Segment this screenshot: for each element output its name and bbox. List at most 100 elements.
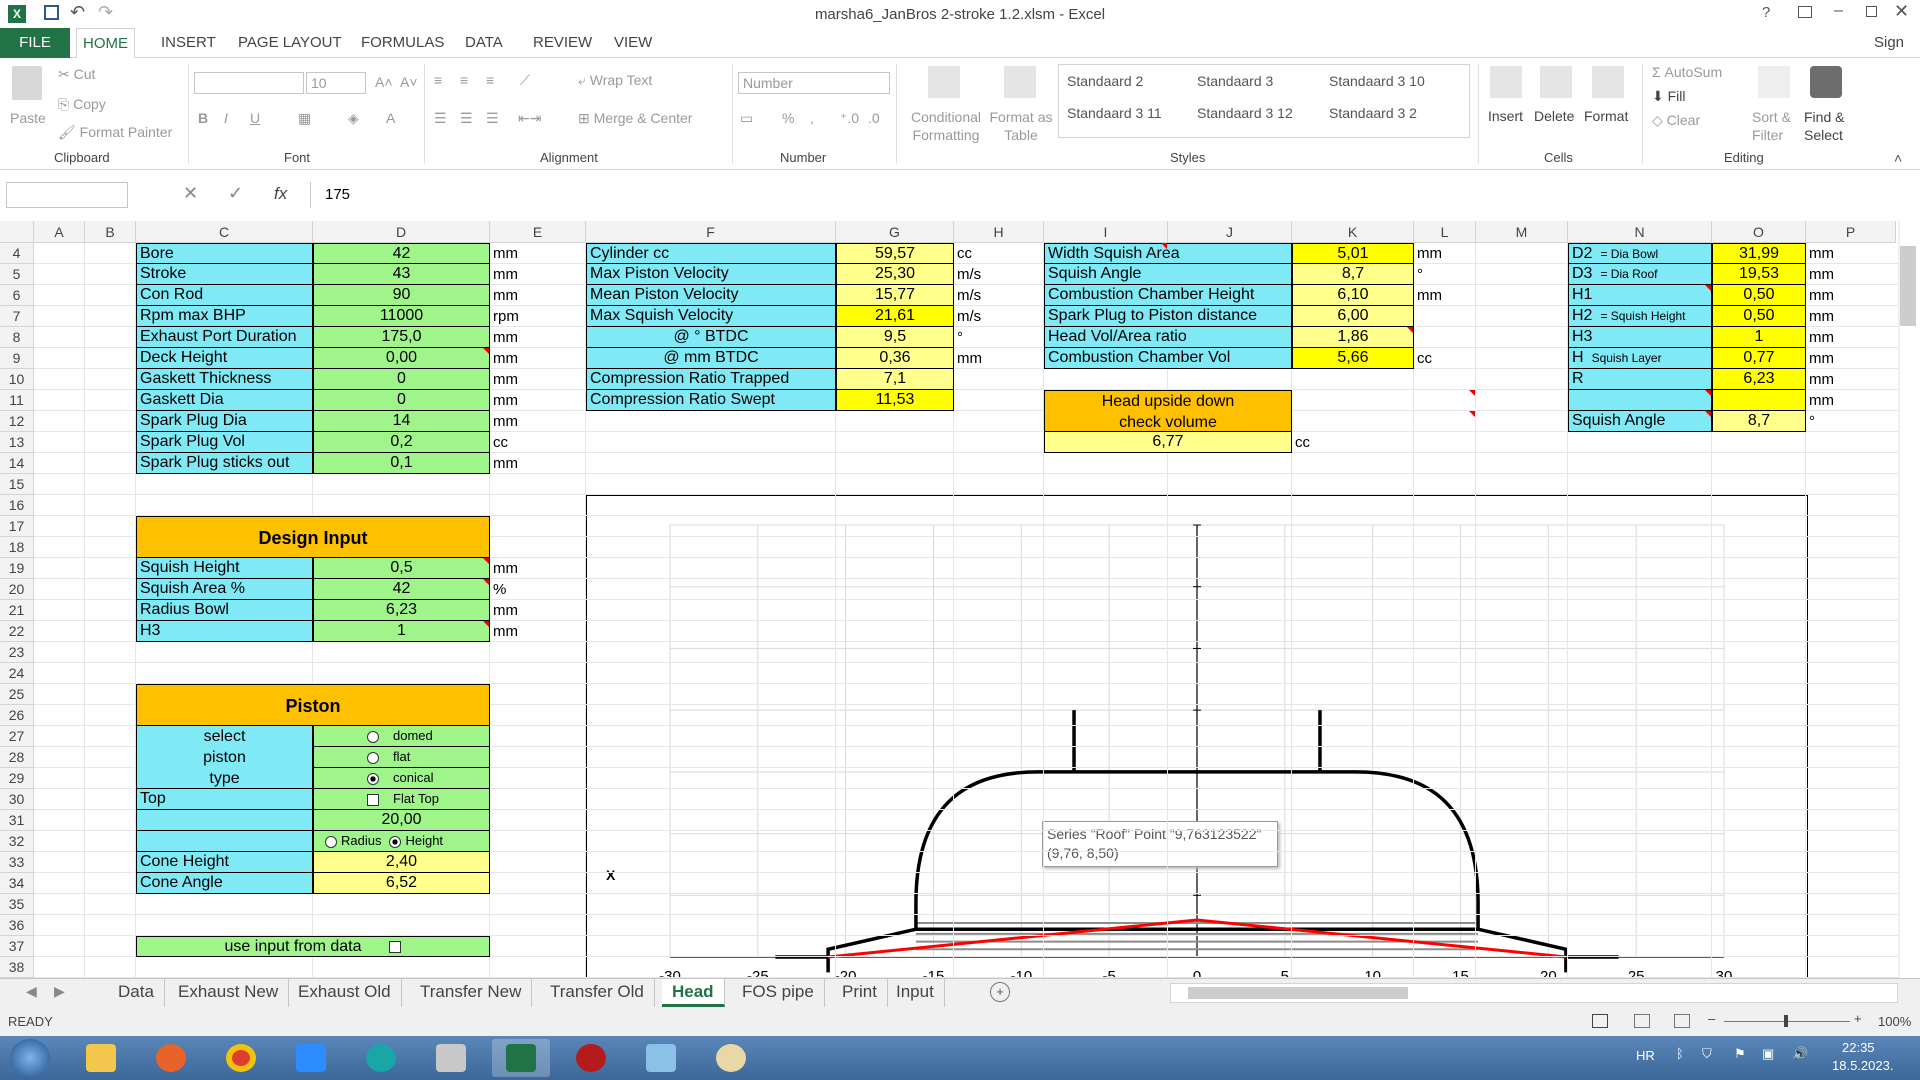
- result-label[interactable]: Compression Ratio Trapped: [586, 369, 836, 390]
- sheet-tab-print[interactable]: Print: [832, 979, 888, 1007]
- flat-top-checkbox[interactable]: Flat Top: [313, 789, 490, 810]
- dimension-value[interactable]: [1712, 390, 1806, 411]
- input-label[interactable]: Gaskett Thickness: [136, 369, 313, 390]
- format-painter-button[interactable]: 🖌 Format Painter: [58, 124, 172, 141]
- sheet-tab-exhaust-new[interactable]: Exhaust New: [168, 979, 290, 1007]
- ribbon-display-icon[interactable]: [1798, 6, 1812, 18]
- style-standaard-3-10[interactable]: Standaard 3 10: [1329, 73, 1425, 89]
- align-right-icon[interactable]: ☰: [486, 110, 499, 127]
- cone-height-value[interactable]: 2,40: [313, 852, 490, 873]
- design-input-label[interactable]: Squish Height: [136, 558, 313, 579]
- shrink-font-icon[interactable]: A˅: [400, 74, 418, 90]
- tab-data[interactable]: DATA: [459, 28, 509, 58]
- minimize-icon[interactable]: –: [1834, 2, 1843, 20]
- chamber-label[interactable]: Squish Angle: [1044, 264, 1292, 285]
- collapse-ribbon-icon[interactable]: ˄: [1894, 150, 1902, 166]
- tab-view[interactable]: VIEW: [608, 28, 658, 58]
- result-value[interactable]: 7,1: [836, 369, 954, 390]
- dimension-value[interactable]: 8,7: [1712, 411, 1806, 432]
- redo-icon[interactable]: ↷: [98, 2, 113, 23]
- copy-button[interactable]: ⎘ Copy: [58, 96, 106, 113]
- result-label[interactable]: Cylinder cc: [586, 243, 836, 264]
- sheet-tab-fos-pipe[interactable]: FOS pipe: [732, 979, 825, 1007]
- next-sheet-icon[interactable]: ▶: [54, 983, 65, 1000]
- network-icon[interactable]: ▣: [1762, 1046, 1774, 1062]
- style-standaard-3-12[interactable]: Standaard 3 12: [1197, 105, 1293, 121]
- cone-value[interactable]: 20,00: [313, 810, 490, 831]
- vertical-scroll-thumb[interactable]: [1900, 246, 1916, 326]
- percent-icon[interactable]: %: [782, 110, 794, 126]
- zoom-app-icon[interactable]: [282, 1039, 340, 1077]
- dimension-label[interactable]: D2 = Dia Bowl: [1568, 243, 1712, 264]
- indent-icon[interactable]: ⇤⇥: [518, 110, 541, 127]
- result-label[interactable]: @ ° BTDC: [586, 327, 836, 348]
- sheet-tab-input[interactable]: Input: [886, 979, 945, 1007]
- input-label[interactable]: Rpm max BHP: [136, 306, 313, 327]
- tab-page-layout[interactable]: PAGE LAYOUT: [232, 28, 348, 58]
- formula-input[interactable]: 175: [310, 182, 1900, 208]
- column-header-b[interactable]: B: [85, 221, 136, 243]
- row-header-30[interactable]: 30: [0, 789, 34, 810]
- input-value[interactable]: 0,1: [313, 453, 490, 474]
- column-header-d[interactable]: D: [313, 221, 490, 243]
- input-value[interactable]: 0,2: [313, 432, 490, 453]
- design-input-label[interactable]: Radius Bowl: [136, 600, 313, 621]
- tab-file[interactable]: FILE: [0, 28, 70, 58]
- result-value[interactable]: 15,77: [836, 285, 954, 306]
- result-value[interactable]: 9,5: [836, 327, 954, 348]
- zoom-out-icon[interactable]: –: [1708, 1011, 1715, 1026]
- row-header-12[interactable]: 12: [0, 411, 34, 432]
- autosum-button[interactable]: Σ AutoSum: [1652, 64, 1722, 80]
- align-bottom-icon[interactable]: ≡: [486, 72, 494, 88]
- input-label[interactable]: Stroke: [136, 264, 313, 285]
- underline-button[interactable]: U: [250, 110, 260, 126]
- paint-icon[interactable]: [702, 1039, 760, 1077]
- page-layout-view-icon[interactable]: [1634, 1014, 1650, 1028]
- zoom-in-icon[interactable]: +: [1854, 1011, 1862, 1026]
- row-header-34[interactable]: 34: [0, 873, 34, 894]
- row-header-37[interactable]: 37: [0, 936, 34, 957]
- input-value[interactable]: 42: [313, 243, 490, 264]
- row-header-28[interactable]: 28: [0, 747, 34, 768]
- result-value[interactable]: 25,30: [836, 264, 954, 285]
- input-value[interactable]: 11000: [313, 306, 490, 327]
- dimension-label[interactable]: H Squish Layer: [1568, 348, 1712, 369]
- column-header-f[interactable]: F: [586, 221, 836, 243]
- dimension-value[interactable]: 0,50: [1712, 285, 1806, 306]
- number-format-dropdown[interactable]: Number: [738, 72, 890, 94]
- design-input-label[interactable]: Squish Area %: [136, 579, 313, 600]
- input-value[interactable]: 175,0: [313, 327, 490, 348]
- tab-home[interactable]: HOME: [76, 28, 135, 59]
- column-header-g[interactable]: G: [836, 221, 954, 243]
- checkbox-icon[interactable]: [389, 940, 402, 953]
- column-header-e[interactable]: E: [490, 221, 586, 243]
- style-standaard-3-11[interactable]: Standaard 3 11: [1067, 105, 1162, 121]
- game-app-icon[interactable]: [562, 1039, 620, 1077]
- help-icon[interactable]: ?: [1762, 4, 1770, 21]
- insert-cells-button[interactable]: Insert: [1488, 108, 1523, 124]
- delete-cells-button[interactable]: Delete: [1534, 108, 1574, 124]
- row-header-6[interactable]: 6: [0, 285, 34, 306]
- row-header-11[interactable]: 11: [0, 390, 34, 411]
- row-header-31[interactable]: 31: [0, 810, 34, 831]
- zoom-level[interactable]: 100%: [1878, 1014, 1911, 1029]
- radio-icon[interactable]: [367, 772, 379, 785]
- currency-icon[interactable]: ▭: [740, 110, 753, 127]
- chamber-label[interactable]: Combustion Chamber Height: [1044, 285, 1292, 306]
- horizontal-scroll-thumb[interactable]: [1188, 987, 1408, 999]
- start-button-icon[interactable]: [10, 1039, 50, 1077]
- row-header-13[interactable]: 13: [0, 432, 34, 453]
- worksheet-grid[interactable]: -30-25-20-15-10-5051015202530 Series "Ro…: [0, 221, 1900, 978]
- zoom-slider-thumb[interactable]: [1784, 1015, 1788, 1027]
- column-header-h[interactable]: H: [954, 221, 1044, 243]
- format-as-table-button[interactable]: Format as Table: [988, 108, 1054, 144]
- sheet-tab-head[interactable]: Head: [662, 979, 725, 1007]
- select-all-corner[interactable]: [0, 221, 34, 243]
- radius-height-option[interactable]: Radius Height: [313, 831, 490, 852]
- blank-cell[interactable]: [136, 831, 313, 852]
- volume-icon[interactable]: 🔊: [1792, 1046, 1808, 1062]
- flag-icon[interactable]: ⚑: [1734, 1046, 1746, 1062]
- input-value[interactable]: 43: [313, 264, 490, 285]
- row-header-21[interactable]: 21: [0, 600, 34, 621]
- style-standaard-2[interactable]: Standaard 2: [1067, 73, 1143, 89]
